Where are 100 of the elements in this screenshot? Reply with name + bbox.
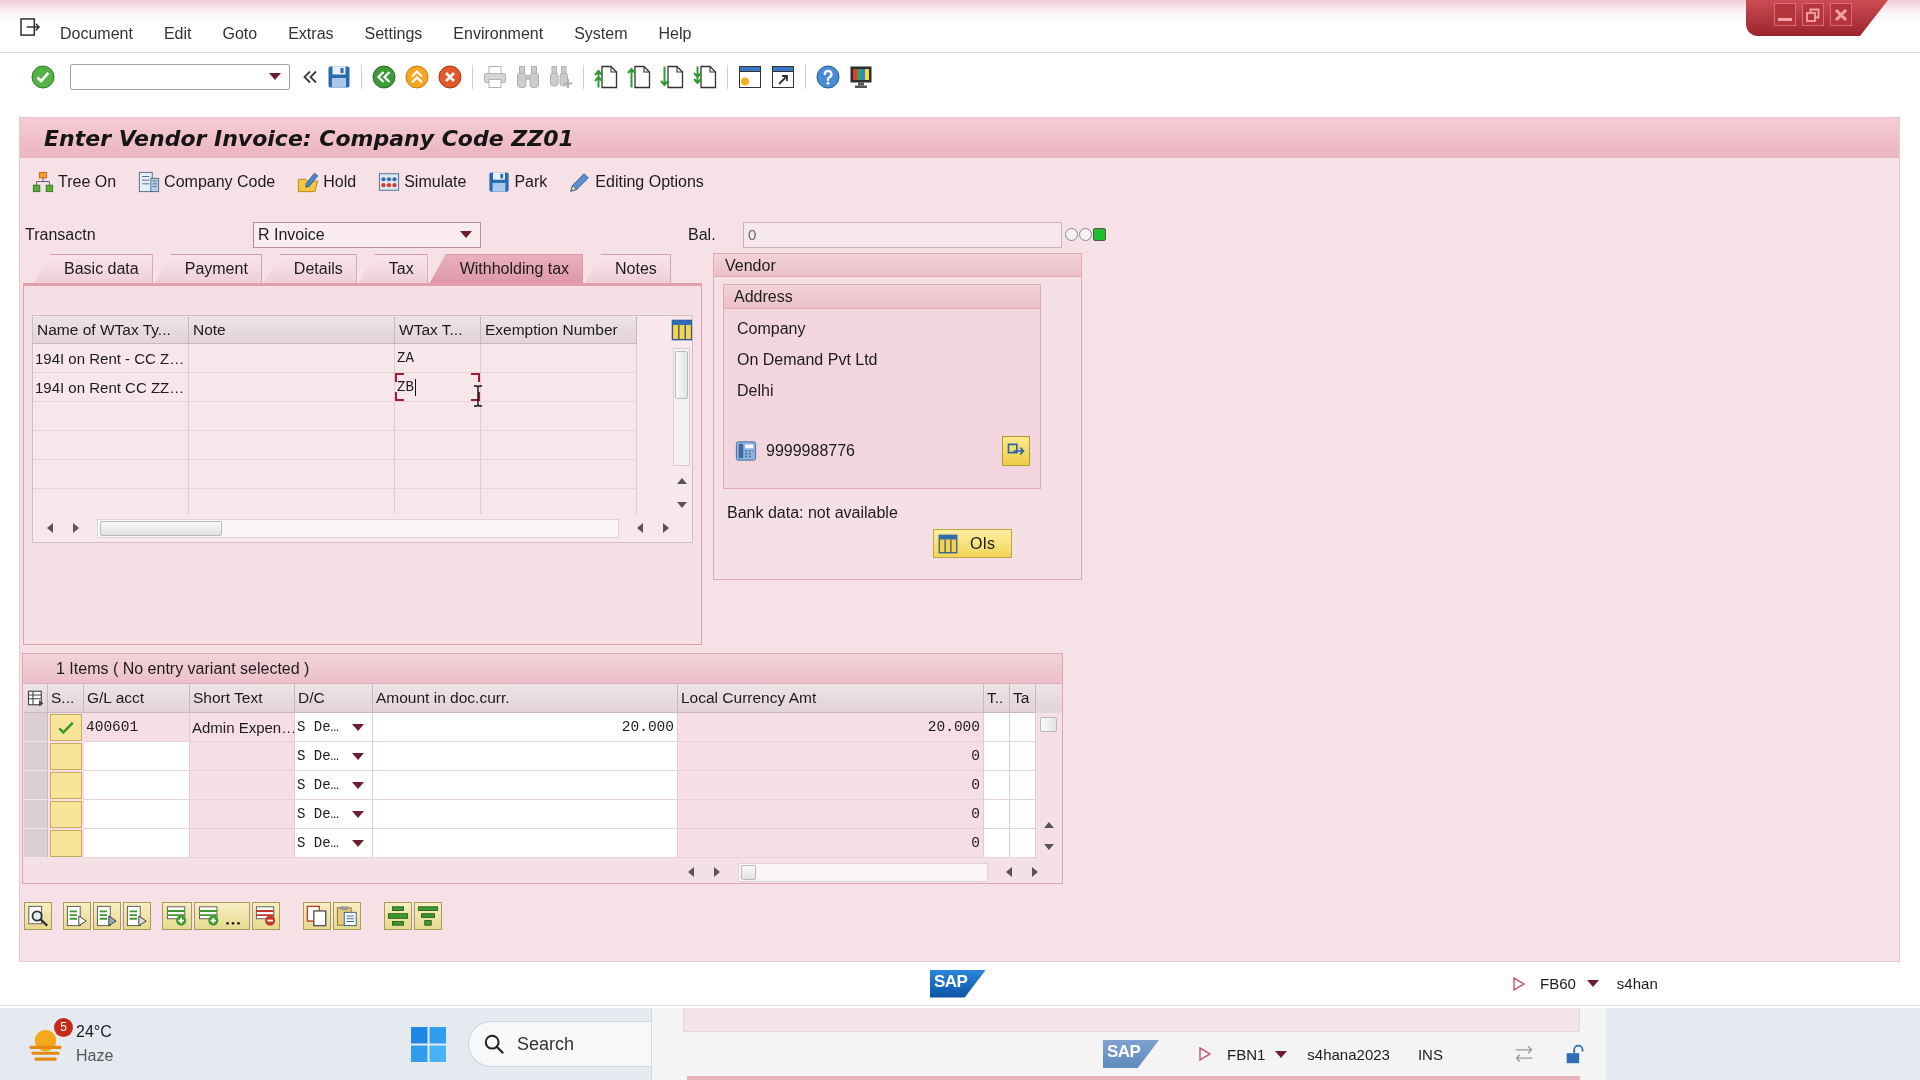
menu-item[interactable]: Edit	[163, 24, 192, 44]
page-up-icon[interactable]	[627, 64, 651, 89]
column-header[interactable]: Amount in doc.curr.	[373, 684, 678, 713]
triangle-icon[interactable]	[1513, 976, 1525, 991]
tab[interactable]: Details	[263, 254, 357, 283]
monitor-icon[interactable]	[849, 64, 873, 89]
toolbar-button[interactable]	[384, 902, 412, 930]
menu-item[interactable]: System	[574, 24, 628, 44]
input-field[interactable]	[84, 829, 190, 858]
amount-field[interactable]	[373, 771, 678, 800]
toolbar-button[interactable]: Park	[483, 166, 553, 197]
page-double-up-icon[interactable]	[594, 64, 618, 89]
column-header[interactable]: S...	[48, 684, 84, 713]
check-circle-icon[interactable]	[31, 64, 55, 89]
scrollbar-track[interactable]	[97, 518, 619, 538]
input-field[interactable]	[84, 771, 190, 800]
menu-item[interactable]: Extras	[288, 24, 334, 44]
tab[interactable]: Basic data	[34, 254, 153, 283]
menu-icon[interactable]	[20, 18, 41, 37]
menu-item[interactable]: Environment	[453, 24, 544, 44]
chevrons-circle-icon[interactable]	[372, 64, 396, 89]
window-sun-icon[interactable]	[738, 64, 762, 89]
column-header[interactable]: T..	[984, 684, 1010, 713]
toolbar-button[interactable]: Company Code	[133, 166, 281, 197]
toolbar-button[interactable]	[303, 902, 331, 930]
column-header[interactable]: Local Currency Amt	[678, 684, 984, 713]
table-grid-icon[interactable]	[26, 689, 45, 707]
toolbar-button[interactable]	[24, 902, 52, 930]
menu-item[interactable]: Help	[658, 24, 692, 44]
amount-field[interactable]	[373, 742, 678, 771]
scroll-thumb[interactable]	[741, 864, 756, 880]
column-header[interactable]: D/C	[295, 684, 373, 713]
dropdown[interactable]: S De…	[295, 713, 373, 742]
tab[interactable]: Tax	[358, 254, 428, 283]
menu-item[interactable]: Document	[60, 24, 133, 44]
column-header[interactable]: Short Text	[190, 684, 295, 713]
scroll-thumb[interactable]	[100, 520, 222, 536]
scroll-thumb[interactable]	[675, 351, 688, 399]
search-box[interactable]: Search	[468, 1021, 651, 1067]
page-down-icon[interactable]	[660, 64, 684, 89]
menu-item[interactable]: Goto	[222, 24, 258, 44]
table-cell[interactable]: ZB	[395, 373, 481, 402]
input-field[interactable]	[1010, 742, 1036, 771]
row-selector[interactable]	[24, 713, 48, 742]
input-field[interactable]	[84, 742, 190, 771]
input-field[interactable]	[1010, 829, 1036, 858]
input-field[interactable]	[984, 742, 1010, 771]
column-header[interactable]: Name of WTax Ty...	[33, 316, 189, 344]
four-squares-icon[interactable]	[410, 1025, 447, 1063]
column-header[interactable]: G/L acct	[84, 684, 190, 713]
dropdown[interactable]: S De…	[295, 800, 373, 829]
double-chevron-left-icon[interactable]	[302, 68, 318, 85]
row-selector[interactable]	[24, 742, 48, 771]
column-header[interactable]: Note	[189, 316, 395, 344]
column-header[interactable]: Exemption Number	[481, 316, 637, 344]
row-selector[interactable]	[24, 771, 48, 800]
open-items-button[interactable]: OIs	[933, 529, 1012, 558]
balance-field[interactable]: 0	[743, 221, 1062, 248]
scroll-thumb[interactable]	[1040, 717, 1057, 732]
close-button[interactable]	[1830, 3, 1852, 26]
toolbar-button[interactable]: Editing Options	[564, 166, 709, 197]
icon-button[interactable]	[1002, 436, 1030, 466]
row-selector[interactable]	[24, 829, 48, 858]
command-field[interactable]	[70, 63, 290, 90]
columns-icon[interactable]	[670, 319, 692, 341]
dropdown[interactable]: S De…	[295, 742, 373, 771]
input-field[interactable]	[984, 771, 1010, 800]
dropdown[interactable]: S De…	[295, 771, 373, 800]
input-field[interactable]	[1010, 771, 1036, 800]
amount-field[interactable]: 20.000	[373, 713, 678, 742]
input-field[interactable]	[984, 829, 1010, 858]
minimize-button[interactable]	[1774, 3, 1796, 26]
column-header[interactable]: WTax T...	[395, 316, 481, 344]
help-icon[interactable]	[816, 64, 840, 89]
amount-field[interactable]	[373, 829, 678, 858]
column-header[interactable]: Ta	[1010, 684, 1036, 713]
toolbar-button[interactable]: Simulate	[373, 166, 472, 197]
scrollbar-track[interactable]	[673, 348, 690, 466]
toolbar-button[interactable]	[252, 902, 280, 930]
input-field[interactable]	[1010, 800, 1036, 829]
input-field[interactable]	[984, 713, 1010, 742]
restore-button[interactable]	[1802, 3, 1824, 26]
scrollbar-track[interactable]	[738, 862, 988, 882]
toolbar-button[interactable]	[414, 902, 442, 930]
tab[interactable]: Notes	[585, 254, 671, 283]
tab[interactable]: Payment	[154, 254, 262, 283]
menu-item[interactable]: Settings	[364, 24, 423, 44]
tab[interactable]: Withholding tax	[429, 254, 584, 283]
toolbar-button[interactable]: Tree On	[27, 166, 122, 197]
input-field[interactable]	[984, 800, 1010, 829]
dropdown[interactable]: S De…	[295, 829, 373, 858]
input-field[interactable]	[84, 800, 190, 829]
transaction-dropdown[interactable]: R Invoice	[253, 221, 481, 248]
row-selector[interactable]	[24, 800, 48, 829]
page-double-down-icon[interactable]	[693, 64, 717, 89]
up-chevrons-circle-icon[interactable]	[405, 64, 429, 89]
toolbar-button[interactable]: Hold	[292, 166, 362, 197]
input-field[interactable]	[1010, 713, 1036, 742]
amount-field[interactable]	[373, 800, 678, 829]
x-circle-icon[interactable]	[438, 64, 462, 89]
